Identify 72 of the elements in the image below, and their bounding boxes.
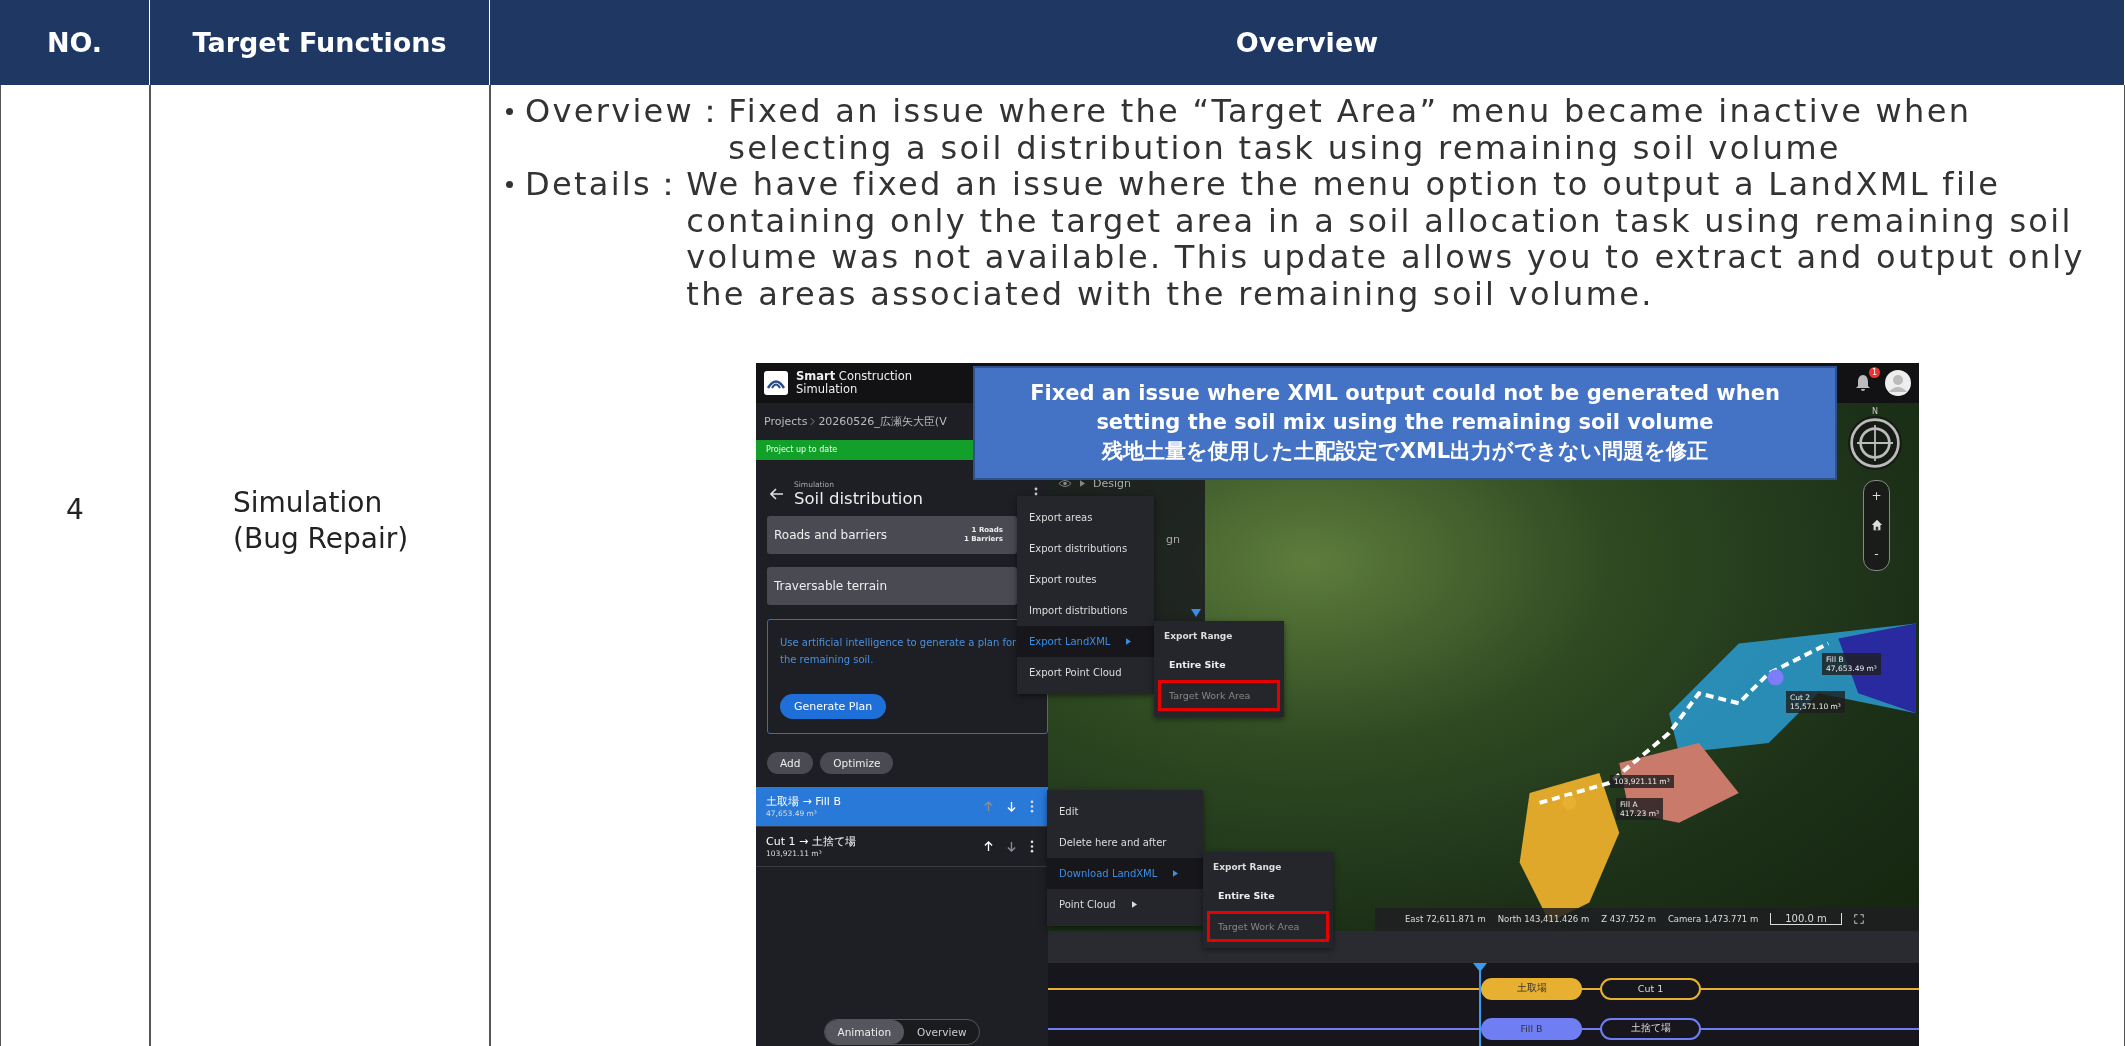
menu-item[interactable]: Edit xyxy=(1047,795,1203,827)
scale-bar: 100.0 m xyxy=(1770,913,1842,926)
column-header: Overview xyxy=(490,0,2125,85)
coordinate-readout: Camera 1,473.771 m xyxy=(1667,914,1759,925)
breadcrumb-link[interactable]: Projects xyxy=(764,414,808,428)
submenu-caret-icon xyxy=(1131,900,1137,908)
menu-item[interactable]: Delete here and after xyxy=(1047,826,1203,858)
submenu-caret-icon xyxy=(1173,869,1179,877)
callout-text: 残地土量を使用した土配設定でXML出力ができない問題を修正 xyxy=(1101,438,1709,466)
more-options-icon[interactable] xyxy=(1030,839,1034,853)
function-name: Simulation (Bug Repair) xyxy=(233,485,410,558)
settings-card[interactable]: Traversable terrain xyxy=(767,566,1017,605)
timeline-block[interactable]: Fill B xyxy=(1481,1017,1582,1040)
expand-caret-icon[interactable] xyxy=(1080,479,1085,487)
zoom-in-button[interactable]: + xyxy=(1871,488,1882,503)
notification-badge: 1 xyxy=(1868,366,1880,378)
distribution-route: 土取場 → Fill B xyxy=(766,794,842,810)
ai-prompt-text: Use artificial intelligence to generate a plan for the remaining soil. xyxy=(780,635,1018,667)
bullet-label: Overview： xyxy=(525,93,729,130)
timeline-block[interactable]: 土捨て場 xyxy=(1600,1017,1701,1040)
menu-item[interactable]: Export LandXML xyxy=(1017,625,1154,657)
view-tab[interactable]: Animation xyxy=(824,1019,905,1044)
dropdown-caret-icon[interactable] xyxy=(1191,608,1201,617)
card-label: Roads and barriers xyxy=(774,527,888,542)
coordinate-readout: East 72,611.871 m xyxy=(1405,914,1486,925)
timeline-block[interactable]: 土取場 xyxy=(1481,977,1582,1000)
menu-item-label: Point Cloud xyxy=(1059,898,1116,910)
avatar-icon[interactable] xyxy=(1885,369,1911,396)
app-name-subtitle: Simulation xyxy=(796,382,859,396)
back-arrow-icon[interactable] xyxy=(770,487,784,500)
card-label: Traversable terrain xyxy=(774,578,888,593)
action-button[interactable]: Add xyxy=(767,751,814,774)
bullet-label: Details： xyxy=(525,166,687,203)
bullet-text: Fixed an issue where the “Target Area” menu became inactive when selecting a soil distribution task using remaining soil volume xyxy=(728,93,1973,167)
menu-item-label: Delete here and after xyxy=(1059,836,1167,848)
submenu-heading: Export Range xyxy=(1212,860,1283,874)
menu-item-label: Edit xyxy=(1059,805,1079,817)
bullet-icon xyxy=(506,108,513,115)
compass-control[interactable]: N xyxy=(1847,406,1903,471)
submenu-item[interactable]: Entire Site xyxy=(1207,879,1329,911)
layer-name: gn xyxy=(1166,532,1180,546)
action-button[interactable]: Optimize xyxy=(820,751,894,774)
eye-icon[interactable] xyxy=(1058,478,1072,488)
column-header: Target Functions xyxy=(150,0,490,85)
app-name: Smart Construction xyxy=(796,369,913,383)
submenu-caret-icon xyxy=(1126,637,1132,645)
distribution-route: Cut 1 → 土捨て場 xyxy=(766,834,857,850)
coordinate-readout: North 143,411.426 m xyxy=(1497,914,1590,925)
timeline-block[interactable]: Cut 1 xyxy=(1600,977,1701,1000)
home-icon[interactable] xyxy=(1870,519,1883,532)
bullet-text: We have fixed an issue where the menu option to output a LandXML file containing only the target area in a soil allocation task using remaining soil volume was not available. This update allows you to extract and output only the areas associated with the remaining soil volume. xyxy=(686,166,2086,313)
row-number: 4 xyxy=(66,493,84,526)
view-tab[interactable]: Overview xyxy=(904,1019,980,1044)
fullscreen-icon[interactable] xyxy=(1853,914,1864,925)
breadcrumb-item: 20260526_広瀬矢大臣(V xyxy=(818,413,947,429)
generate-plan-button[interactable]: Generate Plan xyxy=(780,693,887,719)
callout-text: setting the soil mix using the remaining soil volume xyxy=(1096,409,1714,437)
compass-north-label: N xyxy=(1872,406,1878,416)
crosshair-icon xyxy=(1848,415,1902,470)
zoom-out-button[interactable]: - xyxy=(1874,547,1879,562)
chevron-icon xyxy=(810,416,816,426)
menu-item[interactable]: Download LandXML xyxy=(1047,857,1203,889)
bullet-icon xyxy=(506,181,513,189)
menu-item-label: Download LandXML xyxy=(1059,867,1158,879)
logo-icon xyxy=(764,370,788,395)
playhead-marker[interactable] xyxy=(1473,962,1487,1046)
submenu-item[interactable]: Entire Site xyxy=(1158,648,1280,680)
submenu-heading: Export Range xyxy=(1163,629,1234,643)
coordinate-readout: Z 437.752 m xyxy=(1601,914,1656,925)
page-title: Soil distribution xyxy=(794,488,924,508)
menu-item[interactable]: Point Cloud xyxy=(1047,888,1203,920)
column-header: NO. xyxy=(0,0,150,85)
